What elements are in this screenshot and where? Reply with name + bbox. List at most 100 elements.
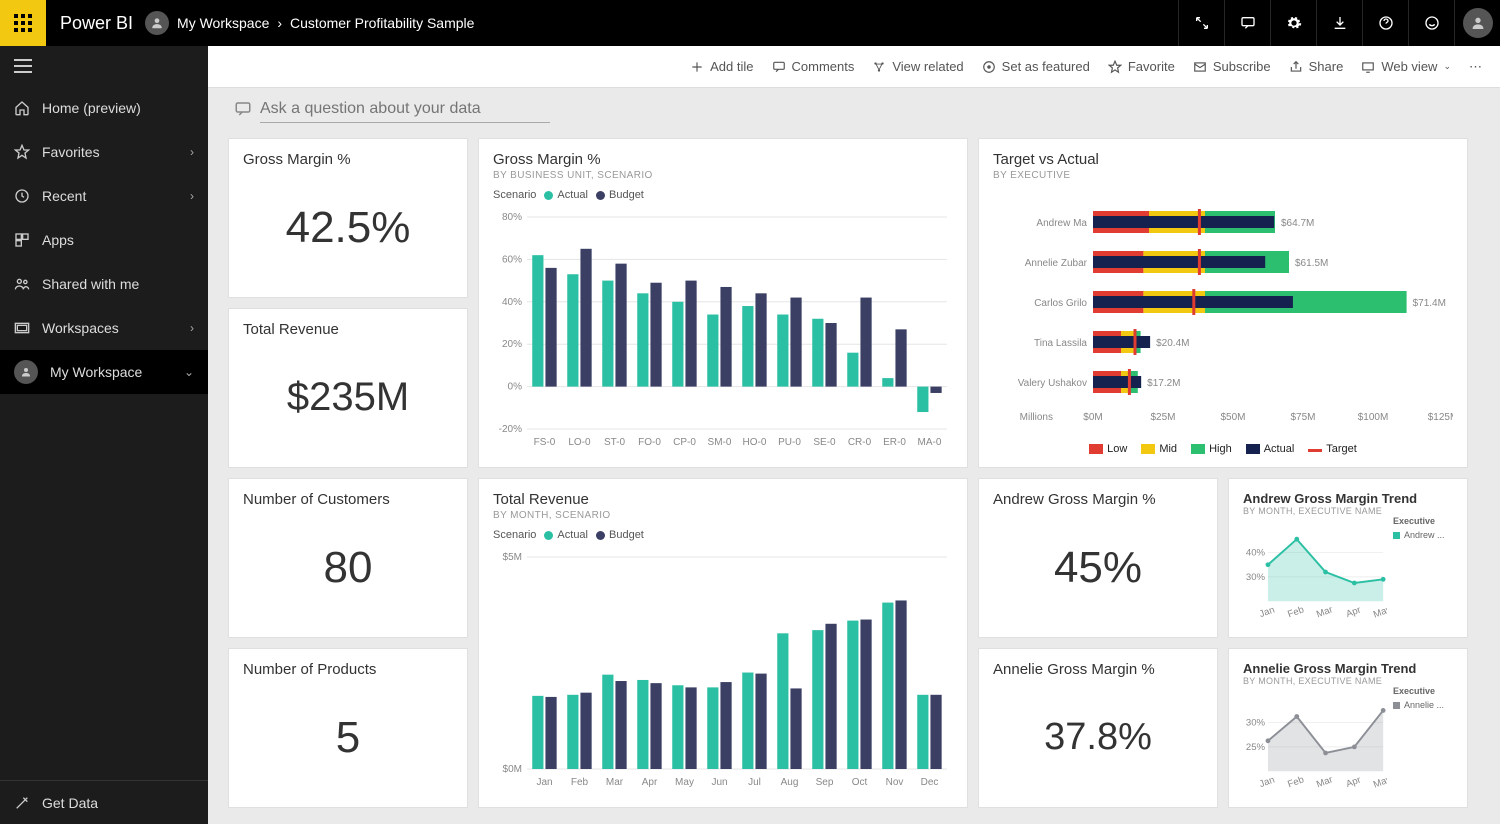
fullscreen-icon[interactable] [1178, 0, 1224, 46]
svg-text:Jun: Jun [711, 777, 727, 788]
target-vs-actual-chart: Andrew Ma$64.7MAnnelie Zubar$61.5MCarlos… [993, 185, 1453, 439]
sidebar-item-recent[interactable]: Recent › [0, 174, 208, 218]
gear-icon[interactable] [1270, 0, 1316, 46]
tile-title: Number of Customers [243, 491, 453, 508]
svg-text:Sep: Sep [816, 777, 834, 788]
legend-text: Target [1326, 443, 1357, 455]
sidebar-item-favorites[interactable]: Favorites › [0, 130, 208, 174]
qna-input[interactable] [260, 96, 550, 123]
hamburger-icon[interactable] [0, 46, 208, 86]
tile-title: Annelie Gross Margin Trend [1243, 661, 1453, 676]
tile-title: Gross Margin % [493, 151, 953, 168]
more-icon[interactable]: ⋯ [1469, 59, 1484, 75]
svg-text:CR-0: CR-0 [848, 437, 872, 448]
legend-swatch-target [1308, 449, 1322, 452]
action-label: View related [892, 59, 963, 74]
svg-text:May: May [1372, 774, 1387, 791]
tile-revenue-by-month-chart[interactable]: Total Revenue BY MONTH, SCENARIO Scenari… [478, 478, 968, 808]
svg-text:ER-0: ER-0 [883, 437, 906, 448]
action-label: Web view [1381, 59, 1437, 74]
svg-text:$61.5M: $61.5M [1295, 258, 1328, 269]
tile-value: $235M [243, 363, 453, 432]
svg-text:Mar: Mar [1315, 774, 1335, 790]
legend-text: Budget [609, 529, 644, 541]
tile-gross-margin-pct[interactable]: Gross Margin % 42.5% [228, 138, 468, 298]
share-button[interactable]: Share [1289, 59, 1344, 74]
sidebar-get-data[interactable]: Get Data [0, 780, 208, 824]
svg-text:Nov: Nov [886, 777, 904, 788]
comments-button[interactable]: Comments [772, 59, 855, 74]
profile-avatar[interactable] [1454, 0, 1500, 46]
set-featured-button[interactable]: Set as featured [982, 59, 1090, 74]
svg-text:Jan: Jan [1258, 774, 1276, 790]
chart-legend: Scenario Actual Budget [493, 529, 953, 541]
svg-text:-20%: -20% [499, 424, 522, 435]
action-label: Subscribe [1213, 59, 1271, 74]
favorite-button[interactable]: Favorite [1108, 59, 1175, 74]
gm-by-bu-chart: -20%0%20%40%60%80%FS-0LO-0ST-0FO-0CP-0SM… [493, 207, 953, 455]
dashboard: Gross Margin % 42.5% Total Revenue $235M… [208, 130, 1500, 824]
chevron-right-icon: › [190, 189, 194, 203]
breadcrumb: My Workspace › Customer Profitability Sa… [145, 11, 474, 35]
svg-text:$20.4M: $20.4M [1156, 338, 1189, 349]
svg-text:Apr: Apr [1345, 604, 1364, 620]
svg-text:MA-0: MA-0 [918, 437, 942, 448]
web-view-button[interactable]: Web view ⌄ [1361, 59, 1451, 74]
download-icon[interactable] [1316, 0, 1362, 46]
legend-text: Actual [557, 529, 588, 541]
chevron-down-icon: ⌄ [1443, 61, 1451, 72]
subscribe-button[interactable]: Subscribe [1193, 59, 1271, 74]
breadcrumb-workspace[interactable]: My Workspace [177, 15, 269, 31]
chat-icon[interactable] [1224, 0, 1270, 46]
view-related-button[interactable]: View related [872, 59, 963, 74]
add-tile-button[interactable]: Add tile [690, 59, 753, 74]
svg-text:Feb: Feb [571, 777, 589, 788]
tile-gm-by-bu-chart[interactable]: Gross Margin % BY BUSINESS UNIT, SCENARI… [478, 138, 968, 468]
svg-text:Annelie Zubar: Annelie Zubar [1025, 258, 1088, 269]
top-bar: Power BI My Workspace › Customer Profita… [0, 0, 1500, 46]
sidebar-item-label: Favorites [42, 144, 100, 160]
legend-swatch-budget [596, 531, 605, 540]
tile-num-products[interactable]: Number of Products 5 [228, 648, 468, 808]
tile-num-customers[interactable]: Number of Customers 80 [228, 478, 468, 638]
main: Add tile Comments View related Set as fe… [208, 46, 1500, 824]
sidebar-item-apps[interactable]: Apps [0, 218, 208, 262]
action-label: Comments [792, 59, 855, 74]
svg-text:$75M: $75M [1290, 412, 1315, 423]
tile-subtitle: BY MONTH, EXECUTIVE NAME [1243, 506, 1453, 516]
svg-text:$125M: $125M [1428, 412, 1453, 423]
svg-text:Feb: Feb [1286, 774, 1305, 790]
tile-target-vs-actual[interactable]: Target vs Actual BY EXECUTIVE Andrew Ma$… [978, 138, 1468, 468]
tile-value: 80 [243, 531, 453, 605]
user-avatar-icon[interactable] [145, 11, 169, 35]
tile-title: Total Revenue [243, 321, 453, 338]
svg-text:Tina Lassila: Tina Lassila [1034, 338, 1087, 349]
chart-legend: Executive Annelie ... [1393, 686, 1453, 795]
tile-annelie-gm-pct[interactable]: Annelie Gross Margin % 37.8% [978, 648, 1218, 808]
action-label: Favorite [1128, 59, 1175, 74]
sidebar-item-my-workspace[interactable]: My Workspace ⌄ [0, 350, 208, 394]
annelie-trend-chart: 25%30%JanFebMarAprMay [1243, 686, 1387, 795]
tile-total-revenue[interactable]: Total Revenue $235M [228, 308, 468, 468]
help-icon[interactable] [1362, 0, 1408, 46]
svg-text:40%: 40% [1246, 547, 1266, 558]
app-launcher-icon[interactable] [0, 0, 46, 46]
breadcrumb-page[interactable]: Customer Profitability Sample [290, 15, 474, 31]
smile-icon[interactable] [1408, 0, 1454, 46]
chevron-down-icon: ⌄ [184, 365, 194, 379]
svg-text:$5M: $5M [503, 552, 522, 563]
qna-bar [208, 88, 1500, 130]
legend-text: Annelie ... [1404, 700, 1444, 710]
tile-andrew-trend[interactable]: Andrew Gross Margin Trend BY MONTH, EXEC… [1228, 478, 1468, 638]
sidebar-item-shared[interactable]: Shared with me [0, 262, 208, 306]
svg-text:$0M: $0M [503, 764, 522, 775]
sidebar-item-home[interactable]: Home (preview) [0, 86, 208, 130]
sidebar-item-workspaces[interactable]: Workspaces › [0, 306, 208, 350]
svg-text:0%: 0% [508, 382, 523, 393]
tile-annelie-trend[interactable]: Annelie Gross Margin Trend BY MONTH, EXE… [1228, 648, 1468, 808]
tile-andrew-gm-pct[interactable]: Andrew Gross Margin % 45% [978, 478, 1218, 638]
sidebar-item-label: Home (preview) [42, 100, 141, 116]
legend-swatch-low [1089, 444, 1103, 454]
action-label: Add tile [710, 59, 753, 74]
sidebar: Home (preview) Favorites › Recent › Apps… [0, 46, 208, 824]
